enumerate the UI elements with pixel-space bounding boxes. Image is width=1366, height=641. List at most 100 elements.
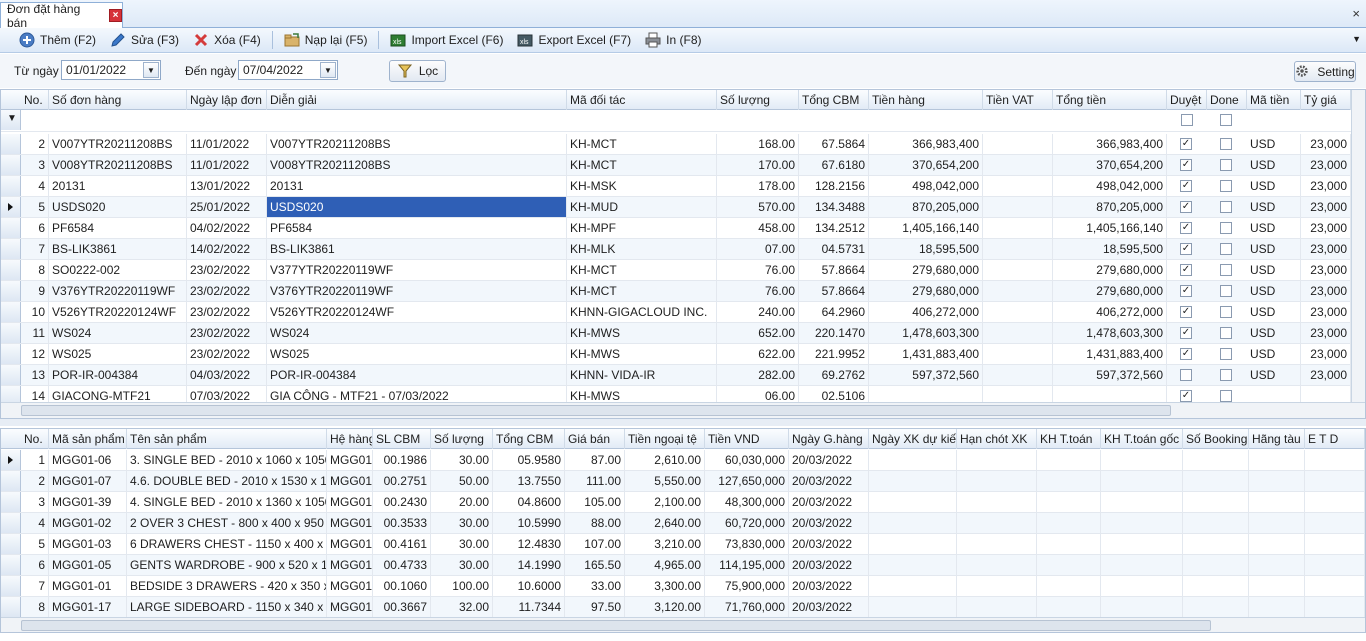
cell-date[interactable]: 04/02/2022 [187, 218, 267, 238]
cell-total[interactable]: 597,372,560 [1053, 365, 1167, 385]
cell-total[interactable]: 279,680,000 [1053, 260, 1167, 280]
cell-vat[interactable] [983, 260, 1053, 280]
cell-so[interactable]: SO0222-002 [49, 260, 187, 280]
cell-qty[interactable]: 170.00 [717, 155, 799, 175]
cell-name[interactable]: LARGE SIDEBOARD - 1150 x 340 x 800 [127, 597, 327, 617]
row-indicator[interactable] [1, 134, 21, 154]
cell-empty[interactable] [1305, 555, 1365, 575]
cell-empty[interactable] [1101, 471, 1183, 491]
cell-no[interactable]: 4 [21, 176, 49, 196]
cell-total[interactable]: 406,272,000 [1053, 302, 1167, 322]
cell-partner[interactable]: KH-MWS [567, 323, 717, 343]
cell-name[interactable]: BEDSIDE 3 DRAWERS - 420 x 350 x 580 [127, 576, 327, 596]
table-row[interactable]: 4 MGG01-02 2 OVER 3 CHEST - 800 x 400 x 95… [1, 513, 1365, 534]
cell-ship[interactable]: 20/03/2022 [789, 597, 869, 617]
add-button[interactable]: Thêm (F2) [12, 29, 103, 51]
cell-goods[interactable]: 279,680,000 [869, 260, 983, 280]
cell-empty[interactable] [869, 576, 957, 596]
approved-checkbox[interactable]: ✓ [1180, 243, 1192, 255]
cell-date[interactable]: 23/02/2022 [187, 344, 267, 364]
row-indicator[interactable] [1, 281, 21, 301]
approved-checkbox[interactable]: ✓ [1180, 138, 1192, 150]
cell-cur[interactable]: USD [1247, 260, 1301, 280]
cell-fx[interactable]: 3,210.00 [625, 534, 705, 554]
cell-qty[interactable]: 76.00 [717, 281, 799, 301]
cell-desc[interactable]: WS024 [267, 323, 567, 343]
approved-checkbox[interactable]: ✓ [1180, 159, 1192, 171]
table-row[interactable]: 4 20131 13/01/2022 20131 KH-MSK 178.00 128.215… [1, 176, 1365, 197]
approved-checkbox[interactable] [1180, 369, 1192, 381]
cell-qty[interactable]: 652.00 [717, 323, 799, 343]
done-checkbox[interactable] [1220, 201, 1232, 213]
approved-checkbox[interactable]: ✓ [1180, 180, 1192, 192]
cell-cbm[interactable]: 14.1990 [493, 555, 565, 575]
cell-no[interactable]: 10 [21, 302, 49, 322]
orders-col-header[interactable]: Số đơn hàng [49, 90, 187, 110]
cell-price[interactable]: 105.00 [565, 492, 625, 512]
cell-desc[interactable]: V526YTR20220124WF [267, 302, 567, 322]
cell-empty[interactable] [1249, 450, 1305, 470]
cell-date[interactable]: 04/03/2022 [187, 365, 267, 385]
cell-empty[interactable] [1037, 471, 1101, 491]
cell-empty[interactable] [1305, 492, 1365, 512]
detail-scroll-thumb[interactable] [21, 620, 1211, 631]
done-checkbox[interactable] [1220, 369, 1232, 381]
cell-desc[interactable]: USDS020 [267, 197, 567, 217]
cell-vnd[interactable]: 48,300,000 [705, 492, 789, 512]
cell-empty[interactable] [869, 492, 957, 512]
cell-cur[interactable]: USD [1247, 281, 1301, 301]
approved-checkbox[interactable]: ✓ [1180, 306, 1192, 318]
cell-desc[interactable]: WS025 [267, 344, 567, 364]
cell-partner[interactable]: KH-MCT [567, 281, 717, 301]
cell-vat[interactable] [983, 344, 1053, 364]
from-date-field[interactable]: 01/01/2022 ▼ [61, 60, 161, 80]
cell-partner[interactable]: KH-MCT [567, 260, 717, 280]
cell-no[interactable]: 12 [21, 344, 49, 364]
cell-date[interactable]: 23/02/2022 [187, 260, 267, 280]
orders-scroll-thumb[interactable] [21, 405, 1171, 416]
detail-col-header[interactable]: E T D [1305, 429, 1365, 449]
cell-qty[interactable]: 168.00 [717, 134, 799, 154]
cell-no[interactable]: 7 [21, 239, 49, 259]
cell-partner[interactable]: KH-MCT [567, 155, 717, 175]
table-row[interactable]: 2 V007YTR20211208BS 11/01/2022 V007YTR20211… [1, 134, 1365, 155]
cell-date[interactable]: 14/02/2022 [187, 239, 267, 259]
cell-date[interactable]: 25/01/2022 [187, 197, 267, 217]
cell-empty[interactable] [1249, 492, 1305, 512]
cell-cbm[interactable]: 64.2960 [799, 302, 869, 322]
filter-approved-checkbox[interactable] [1181, 114, 1193, 126]
cell-cur[interactable]: USD [1247, 323, 1301, 343]
orders-col-header[interactable]: Ngày lập đơn [187, 90, 267, 110]
cell-cur[interactable]: USD [1247, 176, 1301, 196]
cell-cbm[interactable]: 57.8664 [799, 260, 869, 280]
cell-series[interactable]: MGG01 [327, 597, 373, 617]
cell-goods[interactable]: 366,983,400 [869, 134, 983, 154]
cell-series[interactable]: MGG01 [327, 450, 373, 470]
orders-col-header[interactable]: Tổng tiền [1053, 90, 1167, 110]
cell-so[interactable]: V376YTR20220119WF [49, 281, 187, 301]
cell-so[interactable]: V526YTR20220124WF [49, 302, 187, 322]
cell-total[interactable]: 18,595,500 [1053, 239, 1167, 259]
row-indicator[interactable] [1, 450, 21, 470]
row-indicator[interactable] [1, 302, 21, 322]
cell-no[interactable]: 8 [21, 260, 49, 280]
cell-qty[interactable]: 30.00 [431, 555, 493, 575]
cell-qty[interactable]: 100.00 [431, 576, 493, 596]
cell-empty[interactable] [1101, 576, 1183, 596]
cell-cbm[interactable]: 134.3488 [799, 197, 869, 217]
cell-no[interactable]: 3 [21, 492, 49, 512]
cell-empty[interactable] [957, 534, 1037, 554]
cell-slcbm[interactable]: 00.4161 [373, 534, 431, 554]
cell-empty[interactable] [1037, 534, 1101, 554]
cell-cur[interactable]: USD [1247, 155, 1301, 175]
cell-price[interactable]: 97.50 [565, 597, 625, 617]
row-indicator[interactable] [1, 176, 21, 196]
cell-vnd[interactable]: 60,030,000 [705, 450, 789, 470]
cell-cbm[interactable]: 13.7550 [493, 471, 565, 491]
cell-empty[interactable] [1249, 513, 1305, 533]
cell-cur[interactable]: USD [1247, 218, 1301, 238]
cell-desc[interactable]: 20131 [267, 176, 567, 196]
cell-cbm[interactable]: 12.4830 [493, 534, 565, 554]
cell-name[interactable]: 4.6. DOUBLE BED - 2010 x 1530 x 1050 [127, 471, 327, 491]
cell-cbm[interactable]: 04.5731 [799, 239, 869, 259]
